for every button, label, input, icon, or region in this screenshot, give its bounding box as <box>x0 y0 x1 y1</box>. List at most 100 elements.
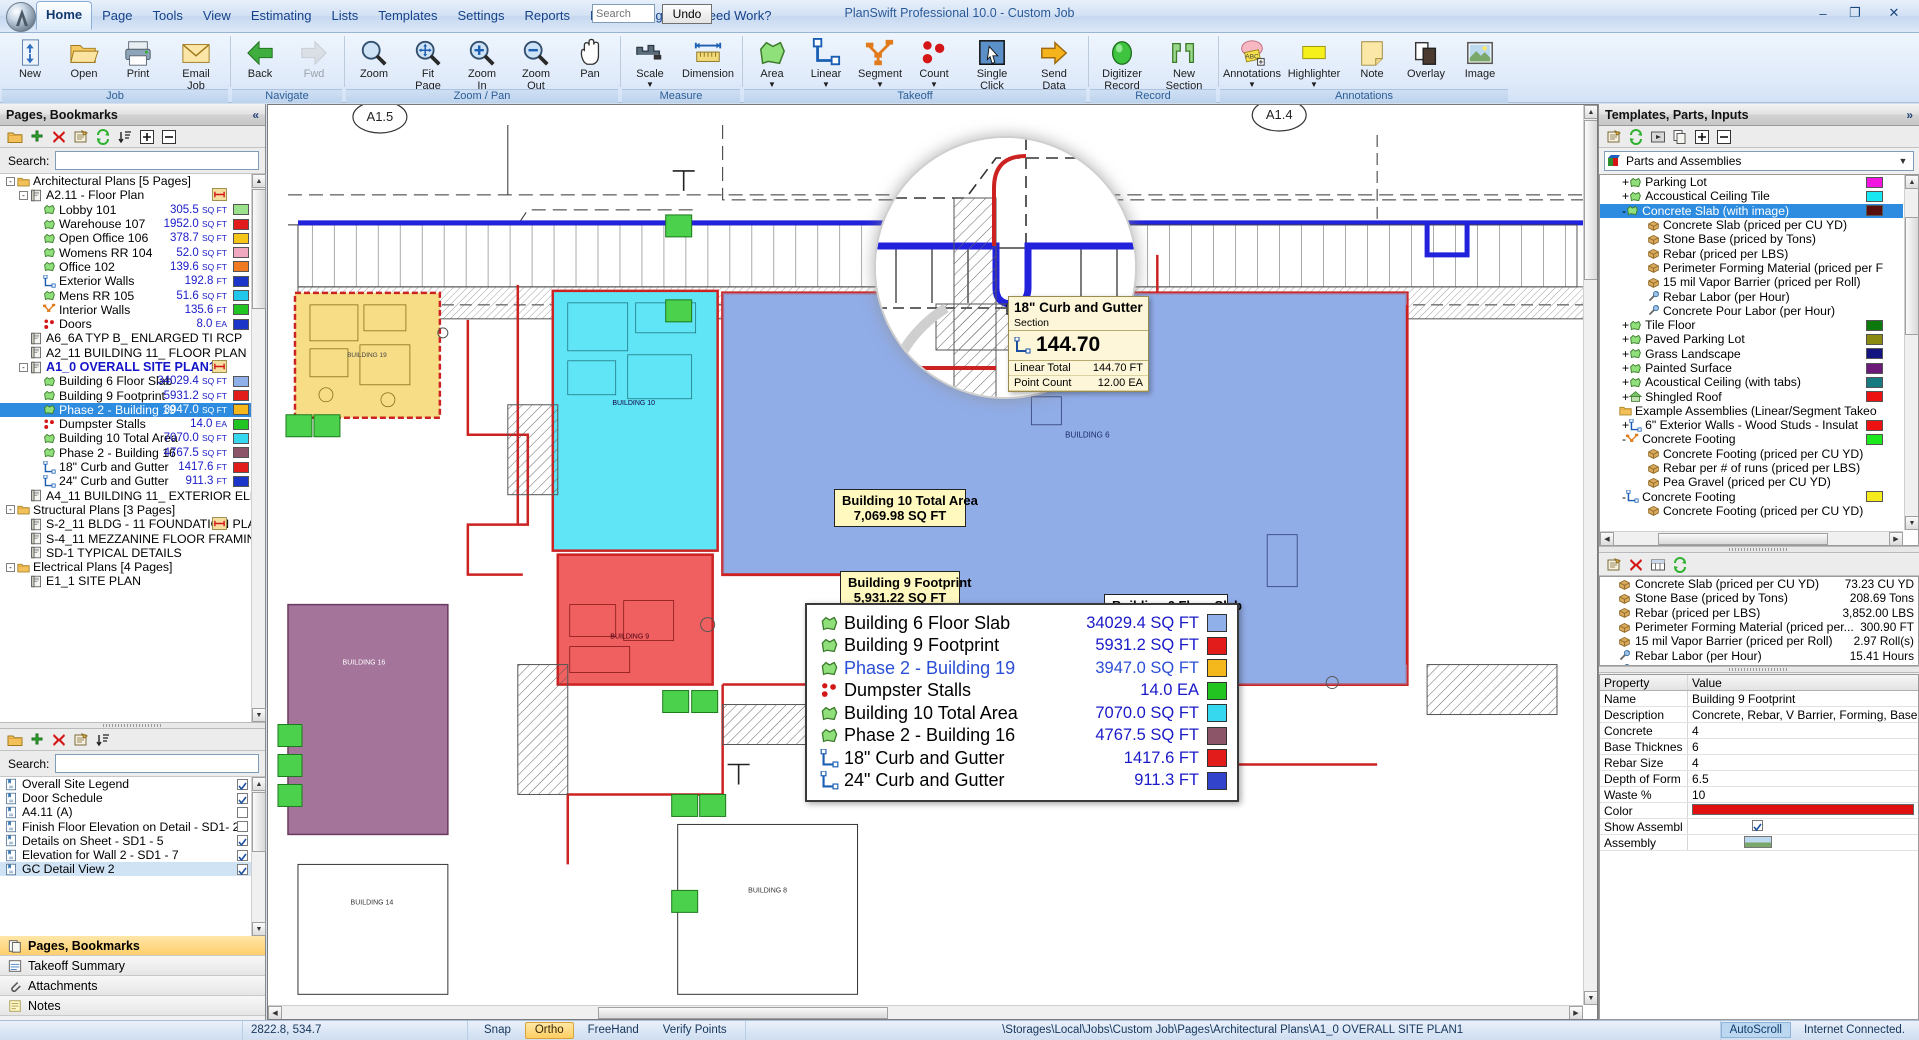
bookmark-row[interactable]: Door Schedule <box>0 791 251 805</box>
zoom-in-button[interactable]: ZoomIn <box>455 35 509 93</box>
scroll-down-icon[interactable]: ▼ <box>1584 991 1598 1005</box>
linear-button[interactable]: Linear▼ <box>799 35 853 90</box>
checkbox[interactable] <box>1752 820 1763 831</box>
tree-expander-icon[interactable]: + <box>1622 175 1629 189</box>
takeoff-item-row[interactable]: Dumpster Stalls14.0 EA <box>0 417 251 431</box>
send-data-button[interactable]: SendData <box>1023 35 1085 93</box>
part-color-swatch[interactable] <box>1866 191 1883 202</box>
scroll-thumb[interactable] <box>1905 217 1919 335</box>
statusbar-toggle-snap[interactable]: Snap <box>474 1022 521 1039</box>
note-button[interactable]: Note <box>1345 35 1399 82</box>
scroll-down-icon[interactable]: ▼ <box>252 922 266 936</box>
property-value[interactable]: 4 <box>1688 723 1918 738</box>
fit-page-button[interactable]: FitPage <box>401 35 455 93</box>
tree-expander-icon[interactable]: + <box>1622 332 1629 346</box>
property-value[interactable]: Concrete, Rebar, V Barrier, Forming, Bas… <box>1688 707 1918 722</box>
scroll-thumb[interactable] <box>598 1007 888 1019</box>
scroll-up-icon[interactable]: ▲ <box>1584 105 1598 119</box>
annotations-button[interactable]: ABCAnnotations▼ <box>1221 35 1283 90</box>
takeoff-color-swatch[interactable] <box>233 204 249 215</box>
expand-panel-icon[interactable]: » <box>1906 108 1913 122</box>
canvas-vscrollbar[interactable]: ▲ ▼ <box>1583 105 1597 1005</box>
quantity-row[interactable]: Rebar (priced per LBS)3,852.00 LBS <box>1600 606 1918 620</box>
legend-row[interactable]: Phase 2 - Building 164767.5 SQ FT <box>817 725 1227 748</box>
panel-tab-pages-bookmarks[interactable]: Pages, Bookmarks <box>0 936 265 956</box>
legend-row[interactable]: Building 9 Footprint5931.2 SQ FT <box>817 635 1227 658</box>
legend-row[interactable]: Phase 2 - Building 193947.0 SQ FT <box>817 657 1227 680</box>
takeoff-item-row[interactable]: Interior Walls135.6 FT <box>0 303 251 317</box>
part-color-swatch[interactable] <box>1866 391 1883 402</box>
pages-tree[interactable]: -Architectural Plans [5 Pages]-A2.11 - F… <box>0 174 251 722</box>
property-row[interactable]: Base Thicknes6 <box>1600 739 1918 755</box>
scroll-left-icon[interactable]: ◀ <box>1600 532 1614 546</box>
templates-record-button[interactable] <box>1649 128 1667 146</box>
parts-quantities-list[interactable]: Concrete Slab (priced per CU YD)73.23 CU… <box>1600 577 1918 665</box>
part-tree-row[interactable]: Rebar (priced per LBS) <box>1600 246 1903 260</box>
scroll-thumb[interactable] <box>1658 533 1828 545</box>
part-tree-row[interactable]: 15 mil Vapor Barrier (priced per Roll) <box>1600 275 1903 289</box>
new-button[interactable]: New <box>3 35 57 82</box>
zoom-button[interactable]: Zoom <box>347 35 401 82</box>
takeoff-color-swatch[interactable] <box>233 390 249 401</box>
overlay-button[interactable]: Overlay <box>1399 35 1453 82</box>
property-row[interactable]: Depth of Form6.5 <box>1600 771 1918 787</box>
menu-item-templates[interactable]: Templates <box>368 2 447 30</box>
takeoff-color-swatch[interactable] <box>233 376 249 387</box>
takeoff-color-swatch[interactable] <box>233 319 249 330</box>
bookmark-row[interactable]: Elevation for Wall 2 - SD1 - 7 <box>0 848 251 862</box>
quantities-grid-button[interactable] <box>1649 556 1667 574</box>
menu-item-page[interactable]: Page <box>92 2 142 30</box>
bookmark-row[interactable]: Overall Site Legend <box>0 777 251 791</box>
bookmarks-add-plus-button[interactable] <box>28 731 46 749</box>
panel-tab-attachments[interactable]: Attachments <box>0 976 265 996</box>
part-tree-row[interactable]: +Paved Parking Lot <box>1600 332 1903 346</box>
part-color-swatch[interactable] <box>1866 205 1883 216</box>
open-button[interactable]: Open <box>57 35 111 82</box>
part-color-swatch[interactable] <box>1866 348 1883 359</box>
bookmark-checkbox[interactable] <box>237 850 248 861</box>
assembly-image-thumbnail[interactable] <box>1744 836 1772 848</box>
takeoff-item-row[interactable]: Womens RR 10452.0 SQ FT <box>0 245 251 259</box>
takeoff-legend[interactable]: Building 6 Floor Slab34029.4 SQ FTBuildi… <box>805 603 1239 802</box>
plan-canvas[interactable]: A1.5 A1.4 BUILDING 19 <box>267 104 1598 1020</box>
close-button[interactable]: ✕ <box>1879 4 1909 22</box>
parts-tree-vscrollbar[interactable]: ▲ ▼ <box>1904 175 1918 530</box>
back-button[interactable]: Back <box>233 35 287 82</box>
part-color-swatch[interactable] <box>1866 363 1883 374</box>
menu-item-lists[interactable]: Lists <box>322 2 369 30</box>
scroll-thumb[interactable] <box>1584 120 1598 280</box>
takeoff-color-swatch[interactable] <box>233 304 249 315</box>
pages-add-plus-button[interactable] <box>28 128 46 146</box>
legend-row[interactable]: 24" Curb and Gutter911.3 FT <box>817 770 1227 793</box>
property-value[interactable] <box>1688 835 1918 850</box>
part-tree-row[interactable]: -Concrete Footing <box>1600 432 1903 446</box>
canvas-hscrollbar[interactable]: ◀ ▶ <box>268 1005 1583 1019</box>
quantity-row[interactable]: Concrete Pour Labor (per Hour)10.78 Hour… <box>1600 663 1918 665</box>
takeoff-color-swatch[interactable] <box>233 476 249 487</box>
tree-expander-icon[interactable]: + <box>1622 189 1629 203</box>
takeoff-item-row[interactable]: 18" Curb and Gutter1417.6 FT <box>0 460 251 474</box>
chevron-down-icon[interactable]: ▼ <box>636 81 664 89</box>
statusbar-toggle-freehand[interactable]: FreeHand <box>578 1022 649 1039</box>
bookmark-checkbox[interactable] <box>237 835 248 846</box>
property-value[interactable] <box>1688 819 1918 834</box>
part-tree-row[interactable]: +Shingled Roof <box>1600 389 1903 403</box>
part-color-swatch[interactable] <box>1866 320 1883 331</box>
tree-expander-icon[interactable]: + <box>1622 347 1629 361</box>
statusbar-toggle-verify-points[interactable]: Verify Points <box>653 1022 737 1039</box>
property-value[interactable]: 10 <box>1688 787 1918 802</box>
tree-expander-icon[interactable]: - <box>19 191 28 200</box>
pages-search-input[interactable] <box>55 151 259 170</box>
parts-tree-hscrollbar[interactable]: ◀ ▶ <box>1600 531 1903 545</box>
bookmark-checkbox[interactable] <box>237 779 248 790</box>
email-job-button[interactable]: EmailJob <box>165 35 227 93</box>
menu-item-settings[interactable]: Settings <box>448 2 515 30</box>
bookmarks-scrollbar[interactable]: ▲ ▼ <box>251 777 265 936</box>
part-tree-row[interactable]: Concrete Footing (priced per CU YD) <box>1600 447 1903 461</box>
scroll-thumb[interactable] <box>252 792 266 852</box>
tree-node-row[interactable]: -A1_0 OVERALL SITE PLAN1 <box>0 360 251 374</box>
scroll-down-icon[interactable]: ▼ <box>252 708 266 722</box>
tree-node-row[interactable]: S-2_11 BLDG - 11 FOUNDATION PLAN <box>0 517 251 531</box>
right-panel-splitter-2[interactable] <box>1599 666 1919 673</box>
scroll-left-icon[interactable]: ◀ <box>268 1006 282 1020</box>
